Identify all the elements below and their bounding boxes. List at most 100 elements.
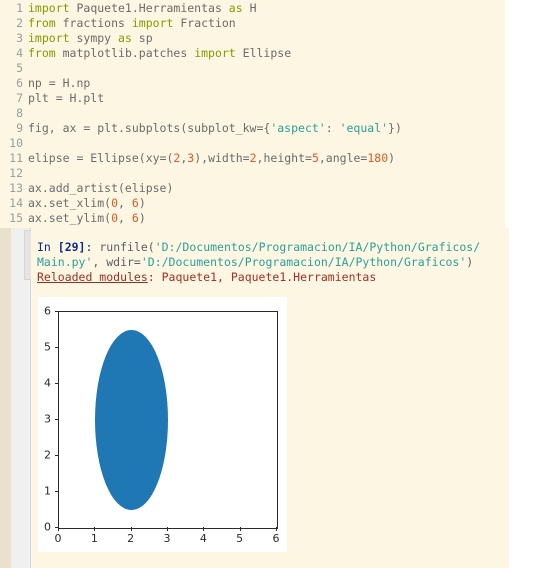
code-token: 5 [311, 151, 319, 165]
code-token: 6 [131, 196, 139, 210]
code-token: import [28, 31, 70, 45]
line-number: 10 [9, 136, 23, 150]
x-tick-label: 4 [199, 532, 207, 545]
console-token: [29] [57, 240, 86, 254]
y-tick-label: 0 [44, 520, 51, 534]
x-tick-label: 0 [54, 532, 62, 545]
code-token: import [131, 16, 174, 30]
line-number: 3 [16, 31, 23, 45]
x-tick-mark [58, 527, 59, 531]
code-token: Fraction [173, 16, 236, 30]
console-token: In [37, 240, 58, 254]
console-token: Main.py' [37, 255, 93, 269]
code-token: 2 [249, 151, 257, 165]
console-line: In [29]: runfile('D:/Documentos/Programa… [37, 240, 480, 255]
line-number: 7 [16, 91, 23, 105]
x-tick-mark [276, 527, 277, 531]
y-tick-label: 1 [44, 484, 51, 498]
code-token: fractions [55, 16, 132, 30]
code-token: np = H.np [28, 76, 91, 90]
code-token: import [194, 46, 236, 60]
code-token: Paquete1.Herramientas [69, 1, 229, 15]
code-token: 180 [367, 151, 389, 165]
code-text: fig, ax = plt.subplots(subplot_kw={'aspe… [28, 121, 402, 136]
code-token: plt = H.plt [28, 91, 105, 105]
code-text: plt = H.plt [28, 91, 104, 106]
line-number: 5 [16, 61, 23, 75]
x-tick-label: 2 [127, 532, 135, 545]
code-text: import sympy as sp [28, 31, 153, 46]
code-token: ,height= [256, 151, 312, 165]
y-tick-label: 5 [44, 340, 51, 354]
code-token: }) [388, 121, 402, 135]
code-token: as [228, 1, 243, 15]
code-token: ,angle= [318, 151, 368, 165]
code-token: ax.set_ylim( [28, 211, 112, 225]
console-scrollbar[interactable] [11, 228, 41, 568]
code-token: elipse = Ellipse(xy=( [28, 151, 174, 165]
code-text: from fractions import Fraction [28, 16, 236, 31]
code-text: ax.set_xlim(0, 6) [28, 196, 146, 211]
code-token: ax.set_xlim( [28, 196, 112, 210]
y-tick-mark [54, 491, 58, 492]
code-token: : [325, 121, 340, 135]
x-tick-mark [239, 527, 241, 531]
code-text: elipse = Ellipse(xy=(2,3),width=2,height… [28, 151, 395, 166]
line-number: 14 [9, 196, 23, 210]
x-tick-mark [167, 527, 168, 531]
code-token: sympy [69, 31, 119, 45]
line-number: 1 [16, 1, 23, 15]
console-token: 'D:/Documentos/Programacion/IA/Python/Gr… [154, 240, 481, 254]
python-code-editor[interactable]: 1 import Paquete1.Herramientas as H 2 from … [0, 0, 505, 228]
code-token: 0 [111, 211, 119, 225]
code-text: np = H.np [28, 76, 90, 91]
y-tick-mark [54, 419, 58, 420]
console-line: Main.py', wdir='D:/Documentos/Programaci… [37, 255, 473, 270]
code-token: , [118, 196, 132, 210]
code-token: 0 [111, 196, 119, 210]
line-number: 9 [16, 121, 23, 135]
code-token: from [28, 16, 56, 30]
ipython-console-panel[interactable]: In [29]: runfile('D:/Documentos/Programa… [0, 228, 509, 568]
code-token: ) [138, 211, 146, 225]
code-text: ax.set_ylim(0, 6) [28, 211, 146, 226]
window-background-right [509, 0, 552, 568]
code-token: 6 [131, 211, 139, 225]
code-token: sp [131, 31, 153, 45]
line-number: 13 [9, 181, 23, 195]
console-token: 'D:/Documentos/Programacion/IA/Python/Gr… [140, 255, 467, 269]
line-number: 15 [9, 211, 23, 225]
x-tick-label: 6 [272, 532, 280, 545]
plot-axes [58, 311, 278, 529]
y-tick-mark [54, 455, 58, 456]
code-token: ) [388, 151, 396, 165]
console-output-area[interactable]: In [29]: runfile('D:/Documentos/Programa… [31, 228, 509, 568]
code-token: fig, ax = plt.subplots(subplot_kw={ [28, 121, 271, 135]
y-tick-label: 2 [44, 448, 51, 462]
ellipse-patch [95, 330, 168, 510]
code-token: Ellipse [235, 46, 292, 60]
code-token: as [118, 31, 132, 45]
code-token: ) [138, 196, 146, 210]
x-tick-mark [203, 527, 205, 531]
console-token: , wdir= [92, 255, 141, 269]
x-tick-label: 5 [236, 532, 244, 545]
code-token: import [28, 1, 70, 15]
console-token: : Paquete1, Paquete1.Herramientas [147, 270, 377, 284]
x-tick-mark [130, 527, 132, 531]
line-number: 6 [16, 76, 23, 90]
console-token: runfile( [99, 240, 155, 254]
y-tick-mark [54, 347, 58, 348]
code-token: ax.add_artist(elipse) [28, 181, 174, 195]
matplotlib-figure[interactable]: 0 1 2 3 4 5 6 0 1 2 3 4 5 6 [38, 297, 287, 552]
y-tick-label: 6 [44, 304, 51, 318]
line-number: 11 [9, 151, 23, 165]
console-line: Reloaded modules: Paquete1, Paquete1.Her… [37, 270, 376, 285]
line-number: 2 [16, 16, 23, 30]
code-text: ax.add_artist(elipse) [28, 181, 173, 196]
console-token: Reloaded modules [37, 270, 148, 284]
y-tick-label: 3 [44, 412, 51, 426]
y-tick-mark [54, 383, 58, 384]
code-text: from matplotlib.patches import Ellipse [28, 46, 291, 61]
x-tick-label: 3 [163, 532, 171, 545]
